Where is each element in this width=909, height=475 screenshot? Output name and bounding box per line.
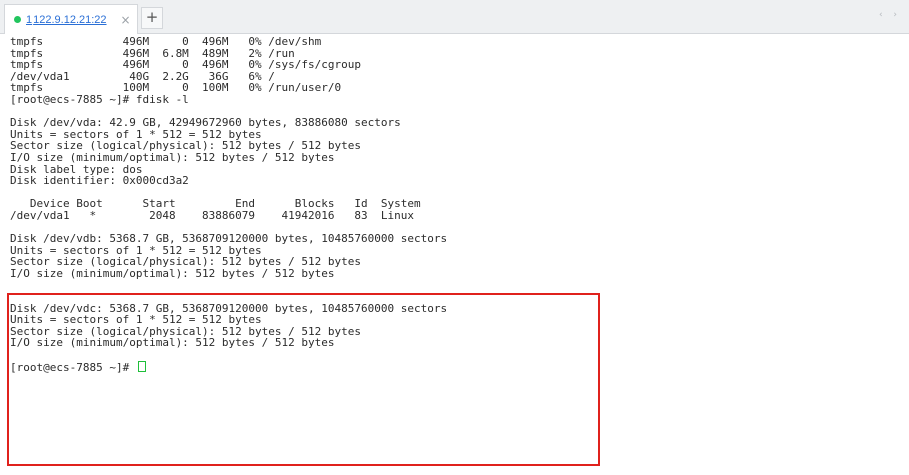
terminal-line: I/O size (minimum/optimal): 512 bytes / … bbox=[10, 150, 335, 164]
terminal-line: tmpfs 496M 0 496M 0% /dev/shm bbox=[10, 35, 322, 48]
tab-scroll-arrows-icon[interactable]: ‹ › bbox=[879, 10, 901, 20]
tab-index: 1 bbox=[26, 13, 33, 26]
close-icon[interactable]: × bbox=[121, 13, 131, 27]
tab-bar: 1 122.9.12.21:22 × + ‹ › bbox=[0, 0, 909, 34]
terminal-line: Disk /dev/vdb: 5368.7 GB, 5368709120000 … bbox=[10, 232, 448, 246]
terminal-line: Disk /dev/vda: 42.9 GB, 42949672960 byte… bbox=[10, 116, 401, 130]
connection-status-icon bbox=[14, 16, 21, 23]
new-tab-button[interactable]: + bbox=[141, 7, 163, 29]
terminal-line: I/O size (minimum/optimal): 512 bytes / … bbox=[10, 336, 335, 350]
terminal-line: [root@ecs-7885 ~]# bbox=[10, 360, 909, 373]
terminal-line: I/O size (minimum/optimal): 512 bytes / … bbox=[10, 266, 335, 280]
terminal-output[interactable]: tmpfs 496M 0 496M 0% /dev/shm tmpfs 496M … bbox=[10, 36, 909, 475]
session-tab[interactable]: 1 122.9.12.21:22 × bbox=[4, 4, 138, 34]
cursor-icon bbox=[137, 360, 146, 372]
terminal-line: /dev/vda1 * 2048 83886079 41942016 83 Li… bbox=[10, 208, 414, 222]
terminal-line: [root@ecs-7885 ~]# fdisk -l bbox=[10, 92, 189, 106]
tab-title[interactable]: 122.9.12.21:22 bbox=[33, 14, 106, 26]
terminal-line: Disk identifier: 0x000cd3a2 bbox=[10, 174, 189, 188]
